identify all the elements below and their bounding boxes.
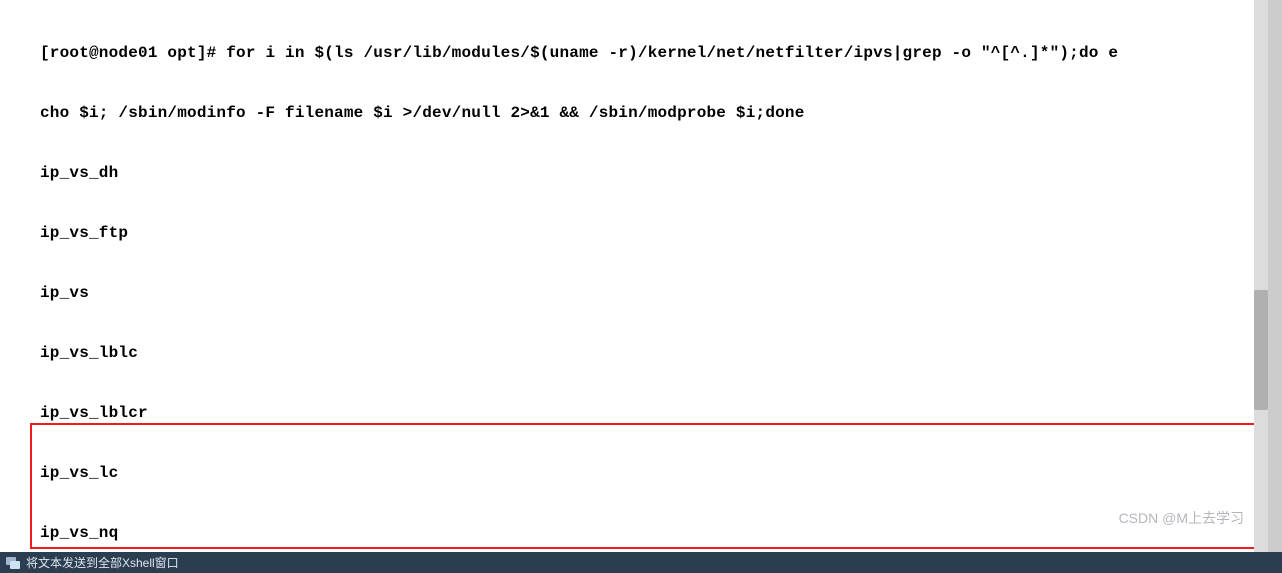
cmd-line: [root@node01 opt]# for i in $(ls /usr/li… — [0, 43, 1255, 63]
scrollbar-thumb[interactable] — [1254, 290, 1268, 410]
statusbar-text[interactable]: 将文本发送到全部Xshell窗口 — [26, 553, 179, 573]
output-line: ip_vs — [0, 283, 1255, 303]
broadcast-icon[interactable] — [6, 557, 20, 569]
command-text: for i in $(ls /usr/lib/modules/$(uname -… — [226, 44, 1118, 62]
status-bar: 将文本发送到全部Xshell窗口 — [0, 552, 1282, 573]
prompt: [root@node01 opt]# — [40, 44, 226, 62]
output-line: ip_vs_ftp — [0, 223, 1255, 243]
terminal-content: [root@node01 opt]# for i in $(ls /usr/li… — [0, 0, 1255, 573]
output-line: ip_vs_dh — [0, 163, 1255, 183]
cmd-line-cont: cho $i; /sbin/modinfo -F filename $i >/d… — [0, 103, 1255, 123]
output-line: ip_vs_nq — [0, 523, 1255, 543]
terminal-viewport[interactable]: [root@node01 opt]# for i in $(ls /usr/li… — [0, 0, 1282, 552]
output-line: ip_vs_lblc — [0, 343, 1255, 363]
scrollbar-track[interactable] — [1254, 0, 1268, 552]
output-line: ip_vs_lc — [0, 463, 1255, 483]
output-line: ip_vs_lblcr — [0, 403, 1255, 423]
